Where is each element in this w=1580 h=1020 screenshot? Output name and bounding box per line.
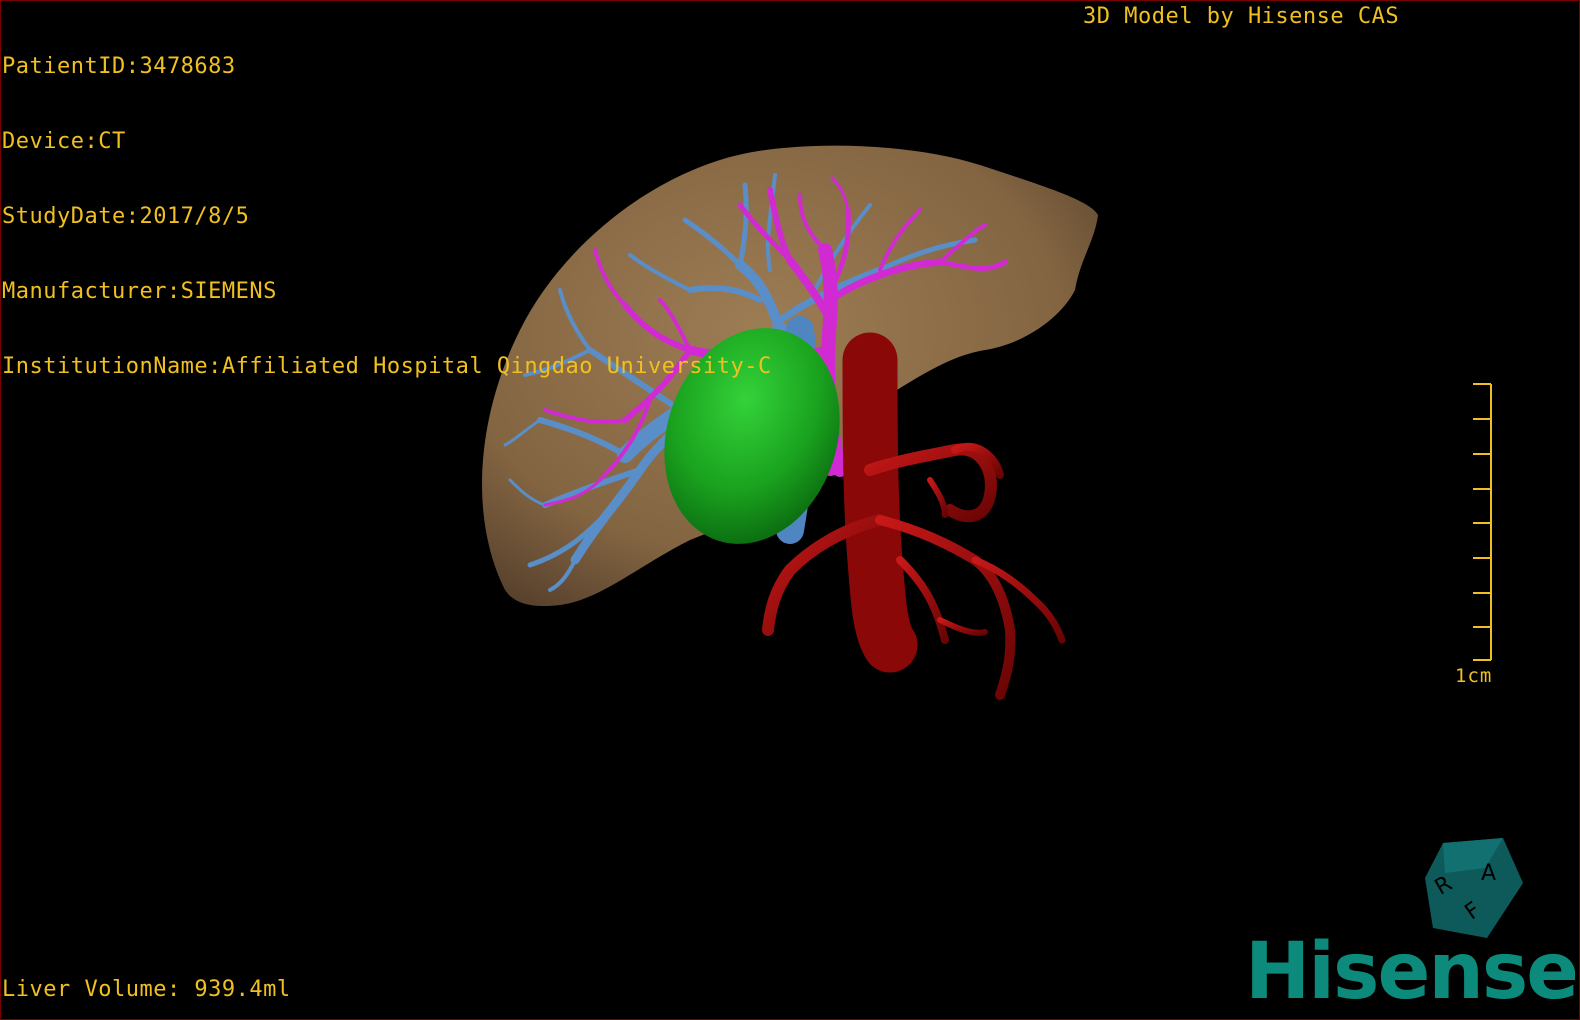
model-credit-label: 3D Model by Hisense CAS	[1083, 4, 1400, 29]
scale-bar	[1473, 383, 1492, 661]
hisense-logo: Hisense	[1245, 930, 1575, 1010]
dicom-info-panel: PatientID:3478683 Device:CT StudyDate:20…	[2, 4, 772, 404]
scale-bar-label: 1cm	[1455, 665, 1493, 687]
institution-label: InstitutionName:Affiliated Hospital Qing…	[2, 354, 772, 379]
logo-text: Hisense	[1245, 930, 1575, 1010]
device-label: Device:CT	[2, 129, 126, 154]
cube-face-a: A	[1481, 861, 1496, 886]
patient-id-label: PatientID:3478683	[2, 54, 236, 79]
study-date-label: StudyDate:2017/8/5	[2, 204, 250, 229]
orientation-cube-icon[interactable]: R A F	[1425, 838, 1525, 942]
manufacturer-label: Manufacturer:SIEMENS	[2, 279, 277, 304]
liver-volume-label: Liver Volume: 939.4ml	[2, 977, 291, 1002]
